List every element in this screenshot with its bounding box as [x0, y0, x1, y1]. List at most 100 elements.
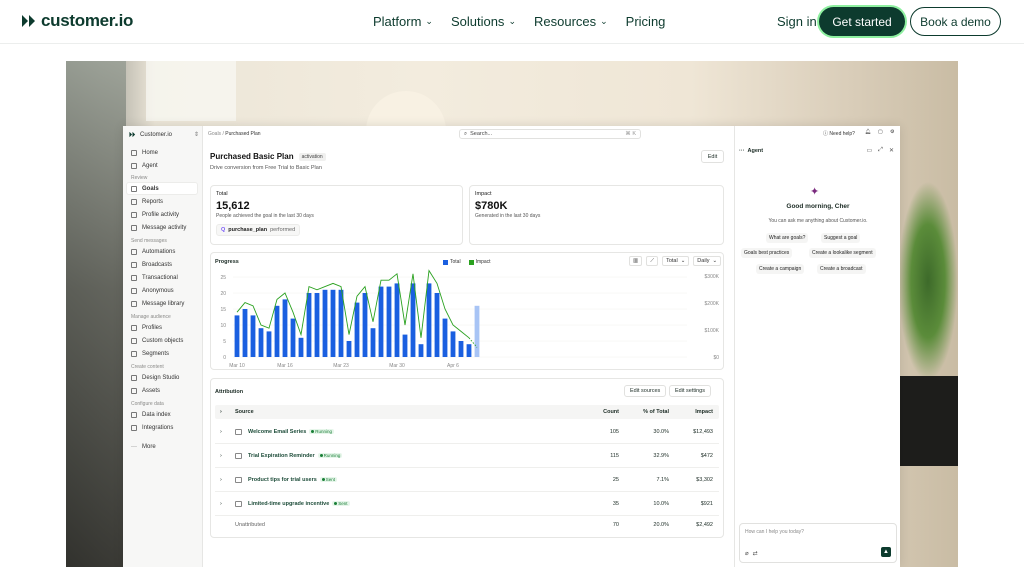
source-cell: Trial Expiration Reminder Running	[235, 444, 343, 467]
chat-icon[interactable]: ▢	[878, 129, 883, 135]
agent-chat-input[interactable]: How can I help you today? ⌀ ⇄ ▲	[739, 523, 897, 563]
agent-intro: You can ask me anything about Customer.i…	[768, 218, 868, 224]
event-name: purchase_plan	[228, 227, 268, 233]
workspace-switcher[interactable]: Customer.io ⇕	[129, 131, 199, 138]
expand-row-icon[interactable]: ›	[220, 468, 222, 491]
more-dots-icon[interactable]: ···	[739, 148, 745, 154]
settings-sliders-icon[interactable]: ⇄	[753, 550, 758, 557]
nav-link-platform[interactable]: Platform ⌄	[373, 14, 433, 29]
page-subtitle: Drive conversion from Free Trial to Basi…	[210, 165, 322, 171]
percent-cell: 30.0%	[653, 428, 669, 435]
column-percent[interactable]: % of Total	[619, 405, 669, 419]
history-icon[interactable]: ▭	[866, 147, 872, 154]
edit-settings-button[interactable]: Edit settings	[669, 385, 711, 397]
source-name[interactable]: Limited-time upgrade incentive	[248, 501, 329, 507]
sidebar-item-assets[interactable]: Assets	[127, 385, 197, 396]
goal-event-chip[interactable]: Q purchase_plan performed	[216, 224, 301, 236]
sidebar-item-custom-objects[interactable]: Custom objects	[127, 335, 197, 346]
bar-total	[370, 328, 376, 357]
table-row[interactable]: › Limited-time upgrade incentive Sent 35 10.…	[215, 492, 719, 516]
column-impact[interactable]: Impact	[669, 405, 713, 419]
need-help-button[interactable]: ⓘ Need help?	[823, 130, 855, 137]
sidebar-item-design-studio[interactable]: Design Studio	[127, 372, 197, 383]
sidebar-item-profiles[interactable]: Profiles	[127, 322, 197, 333]
suggestion-create-broadcast[interactable]: Create a broadcast	[817, 264, 866, 274]
book-demo-button[interactable]: Book a demo	[910, 7, 1001, 36]
nav-link-resources[interactable]: Resources ⌄	[534, 14, 608, 29]
suggestion-lookalike-segment[interactable]: Create a lookalike segment	[809, 248, 876, 258]
bell-icon[interactable]: 🔔︎	[865, 129, 871, 135]
sidebar-item-automations[interactable]: Automations	[127, 246, 197, 257]
impact-card: Impact $780K Generated in the last 30 da…	[469, 185, 724, 245]
column-source[interactable]: Source	[235, 405, 254, 419]
suggestion-what-are-goals[interactable]: What are goals?	[766, 233, 809, 243]
attach-icon[interactable]: ⌀	[745, 550, 749, 557]
sidebar-item-label: Home	[142, 149, 159, 156]
expand-row-icon[interactable]: ›	[220, 492, 222, 515]
source-cell: Limited-time upgrade incentive Sent	[235, 492, 350, 515]
close-icon[interactable]: ✕	[889, 147, 894, 154]
sidebar-item-label: Design Studio	[142, 374, 180, 381]
bar-total	[402, 334, 408, 357]
suggestion-create-campaign[interactable]: Create a campaign	[756, 264, 805, 274]
impact-cell: $3,302	[696, 476, 713, 483]
table-row[interactable]: › Welcome Email Series Running 105 30.0% $12,…	[215, 420, 719, 444]
impact-cell: $472	[700, 452, 713, 459]
nav-link-label: Pricing	[625, 14, 666, 29]
send-icon[interactable]: ▲	[881, 547, 891, 557]
sidebar-item-anonymous[interactable]: Anonymous	[127, 285, 197, 296]
column-count[interactable]: Count	[575, 405, 619, 419]
sidebar-item-reports[interactable]: Reports	[127, 196, 197, 207]
sidebar-item-profile-activity[interactable]: Profile activity	[127, 209, 197, 220]
edit-goal-button[interactable]: Edit	[701, 150, 724, 163]
table-row[interactable]: › Product tips for trial users Sent 25 7.1% $…	[215, 468, 719, 492]
breadcrumb-parent[interactable]: Goals	[208, 131, 221, 137]
bar-total	[250, 315, 256, 357]
page-title-text: Purchased Basic Plan	[210, 152, 294, 161]
status-dot	[311, 430, 315, 433]
table-row[interactable]: › Trial Expiration Reminder Running 115 32.9…	[215, 444, 719, 468]
sidebar-item-segments[interactable]: Segments	[127, 348, 197, 359]
goal-main-panel: Goals / Purchased Plan ⌕ Search... ⌘ K P…	[203, 126, 734, 567]
status-label: Sent	[325, 477, 336, 482]
sidebar-item-more[interactable]: ··· More	[127, 441, 197, 452]
breadcrumb-current: Purchased Plan	[225, 131, 261, 137]
expand-icon[interactable]: ⤢	[878, 147, 883, 154]
nav-link-pricing[interactable]: Pricing	[626, 14, 666, 29]
get-started-button[interactable]: Get started	[819, 7, 905, 36]
expand-all-icon[interactable]: ›	[220, 405, 222, 419]
source-name[interactable]: Welcome Email Series	[248, 429, 306, 435]
expand-row-icon[interactable]: ›	[220, 444, 222, 467]
main-nav-links: Platform ⌄ Solutions ⌄ Resources ⌄ Pricing	[373, 14, 665, 29]
sidebar-item-integrations[interactable]: Integrations	[127, 422, 197, 433]
impact-value: $780K	[475, 200, 508, 212]
sidebar-item-agent[interactable]: Agent	[127, 160, 197, 171]
sign-in-link[interactable]: Sign in	[777, 14, 817, 29]
sidebar-item-goals[interactable]: Goals	[127, 183, 197, 194]
bar-total	[346, 341, 352, 357]
impact-cell: $2,492	[696, 522, 713, 528]
nav-link-solutions[interactable]: Solutions ⌄	[451, 14, 516, 29]
app-sidebar: Customer.io ⇕ Home Agent Review Goals Report…	[123, 126, 203, 567]
sidebar-item-data-index[interactable]: Data index	[127, 409, 197, 420]
brand-logo[interactable]: customer.io	[22, 11, 133, 31]
source-cell: Product tips for trial users Sent	[235, 468, 338, 491]
sidebar-item-broadcasts[interactable]: Broadcasts	[127, 259, 197, 270]
source-name[interactable]: Product tips for trial users	[248, 477, 317, 483]
suggestion-goals-best-practices[interactable]: Goals best practices	[741, 248, 793, 258]
suggestion-suggest-goal[interactable]: Suggest a goal	[821, 233, 861, 243]
agent-header-actions: ▭ ⤢ ✕	[866, 147, 894, 154]
bar-total	[354, 302, 360, 357]
edit-sources-button[interactable]: Edit sources	[624, 385, 667, 397]
blurred-person-silhouette	[66, 61, 126, 567]
settings-icon[interactable]: ⚙	[890, 129, 894, 135]
sidebar-section-title: Configure data	[131, 401, 164, 407]
sidebar-item-message-library[interactable]: Message library	[127, 298, 197, 309]
search-input[interactable]: ⌕ Search... ⌘ K	[459, 129, 641, 139]
window-light	[146, 61, 236, 121]
sidebar-item-transactional[interactable]: Transactional	[127, 272, 197, 283]
sidebar-item-message-activity[interactable]: Message activity	[127, 222, 197, 233]
expand-row-icon[interactable]: ›	[220, 420, 222, 443]
sidebar-item-home[interactable]: Home	[127, 147, 197, 158]
source-name[interactable]: Trial Expiration Reminder	[248, 453, 315, 459]
